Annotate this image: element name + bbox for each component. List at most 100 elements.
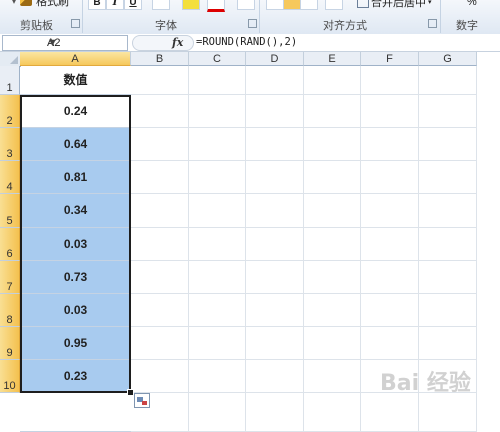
cell[interactable] <box>361 128 419 161</box>
cell[interactable] <box>361 261 419 294</box>
column-header-c[interactable]: C <box>189 52 246 66</box>
cell[interactable] <box>304 161 361 194</box>
cell[interactable] <box>131 228 189 261</box>
cell[interactable] <box>419 95 477 128</box>
column-header-e[interactable]: E <box>304 52 361 66</box>
row-header-6[interactable]: 6 <box>0 228 20 261</box>
cell[interactable] <box>304 393 361 432</box>
align-middle-button[interactable] <box>283 0 301 10</box>
cell[interactable] <box>419 294 477 327</box>
cell[interactable] <box>419 327 477 360</box>
cell[interactable] <box>189 128 246 161</box>
header-cell[interactable]: 数值 <box>20 66 131 95</box>
cell[interactable] <box>419 161 477 194</box>
cell[interactable] <box>361 228 419 261</box>
cell[interactable] <box>131 66 189 95</box>
column-header-f[interactable]: F <box>361 52 419 66</box>
cell[interactable] <box>189 393 246 432</box>
value-cell[interactable]: 0.81 <box>20 161 131 194</box>
formula-input[interactable]: =ROUND(RAND(),2) <box>196 36 297 48</box>
name-box-dropdown-icon[interactable]: ▼ <box>47 37 123 49</box>
row-header-2[interactable]: 2 <box>0 95 20 128</box>
cell[interactable] <box>304 128 361 161</box>
cell[interactable] <box>419 194 477 228</box>
cell[interactable] <box>131 294 189 327</box>
cell[interactable] <box>131 95 189 128</box>
insert-function-icon[interactable]: fx <box>172 36 183 49</box>
cell[interactable] <box>361 194 419 228</box>
cell[interactable] <box>131 161 189 194</box>
font-launcher-icon[interactable] <box>248 19 257 28</box>
cell[interactable] <box>189 360 246 393</box>
cell[interactable] <box>304 261 361 294</box>
cell[interactable] <box>131 261 189 294</box>
cell[interactable] <box>246 393 304 432</box>
value-cell[interactable]: 0.03 <box>20 228 131 261</box>
cell[interactable] <box>189 66 246 95</box>
cell[interactable] <box>131 327 189 360</box>
cell[interactable] <box>419 128 477 161</box>
cell[interactable] <box>361 294 419 327</box>
cell[interactable] <box>246 327 304 360</box>
row-header-1[interactable]: 1 <box>0 66 20 95</box>
cell[interactable] <box>361 327 419 360</box>
cell[interactable] <box>304 194 361 228</box>
cell[interactable] <box>246 228 304 261</box>
cell[interactable] <box>246 161 304 194</box>
fill-handle[interactable] <box>127 389 134 396</box>
cell[interactable] <box>361 161 419 194</box>
row-header-8[interactable]: 8 <box>0 294 20 327</box>
border-button[interactable] <box>152 0 170 10</box>
cell[interactable] <box>304 294 361 327</box>
align-top-button[interactable] <box>266 0 284 10</box>
value-cell[interactable]: 0.24 <box>20 95 131 128</box>
merge-dropdown-icon[interactable]: ▾ <box>428 0 432 6</box>
phonetic-button[interactable] <box>237 0 255 10</box>
cell[interactable] <box>189 261 246 294</box>
cell[interactable] <box>419 393 477 432</box>
cell[interactable] <box>304 228 361 261</box>
cell[interactable] <box>304 66 361 95</box>
column-header-b[interactable]: B <box>131 52 189 66</box>
cell[interactable] <box>246 95 304 128</box>
italic-button[interactable]: I <box>106 0 124 10</box>
row-header-4[interactable]: 4 <box>0 161 20 194</box>
value-cell[interactable]: 0.73 <box>20 261 131 294</box>
cell[interactable] <box>189 194 246 228</box>
cell[interactable] <box>246 261 304 294</box>
dropdown-icon[interactable]: ▾ <box>12 0 16 6</box>
column-header-g[interactable]: G <box>419 52 477 66</box>
indent-button[interactable] <box>325 0 343 10</box>
cell[interactable] <box>419 66 477 95</box>
align-bottom-button[interactable] <box>300 0 318 10</box>
cell[interactable] <box>131 128 189 161</box>
cell[interactable] <box>246 294 304 327</box>
cell[interactable] <box>304 327 361 360</box>
cell[interactable] <box>361 393 419 432</box>
cell[interactable] <box>361 95 419 128</box>
percent-button[interactable]: % <box>467 0 477 9</box>
cell[interactable] <box>189 161 246 194</box>
cell[interactable] <box>131 360 189 393</box>
value-cell[interactable]: 0.23 <box>20 360 131 393</box>
column-header-d[interactable]: D <box>246 52 304 66</box>
cell[interactable] <box>419 261 477 294</box>
row-header-7[interactable]: 7 <box>0 261 20 294</box>
format-painter-button[interactable]: ▾ 格式刷 <box>12 0 69 8</box>
merge-center-button[interactable]: 合并后居中 ▾ <box>357 0 432 9</box>
cell[interactable] <box>189 228 246 261</box>
fill-color-button[interactable] <box>182 0 200 10</box>
cell[interactable] <box>304 95 361 128</box>
cell[interactable] <box>246 66 304 95</box>
bold-button[interactable]: B <box>88 0 106 10</box>
font-color-button[interactable] <box>207 0 225 12</box>
value-cell[interactable]: 0.34 <box>20 194 131 228</box>
cell[interactable] <box>246 128 304 161</box>
cell[interactable] <box>189 294 246 327</box>
cell[interactable] <box>304 360 361 393</box>
name-box[interactable]: A2 ▼ <box>2 35 128 51</box>
value-cell[interactable]: 0.95 <box>20 327 131 360</box>
autofill-options-icon[interactable] <box>134 393 150 408</box>
row-header-3[interactable]: 3 <box>0 128 20 161</box>
alignment-launcher-icon[interactable] <box>428 19 437 28</box>
